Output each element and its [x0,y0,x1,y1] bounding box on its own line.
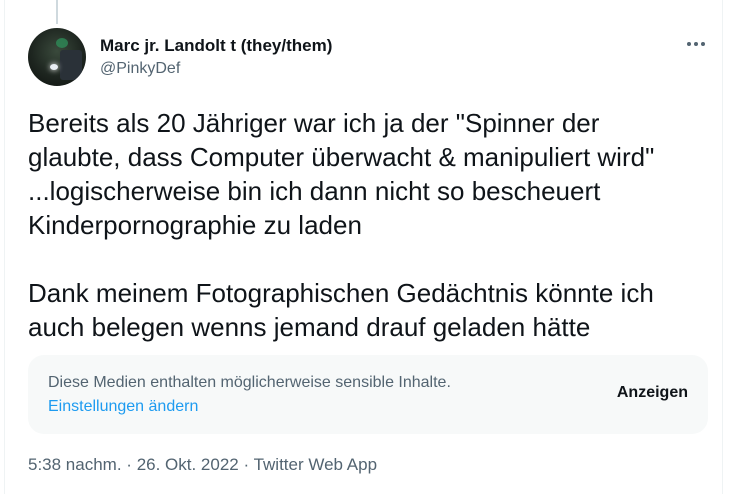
thread-connector-line [56,0,58,24]
avatar[interactable] [28,28,86,86]
tweet-text-line: ...logischerweise bin ich dann nicht so … [28,176,601,206]
author-handle[interactable]: @PinkyDef [100,60,180,78]
meta-separator: · [243,455,254,474]
sensitive-media-message: Diese Medien enthalten möglicherweise se… [48,374,451,391]
more-horizontal-icon [687,42,705,46]
tweet-text-line: glaubte, dass Computer überwacht & manip… [28,142,655,172]
meta-separator: · [126,455,137,474]
tweet-text: Bereits als 20 Jähriger war ich ja der "… [28,106,718,344]
author-display-name[interactable]: Marc jr. Landolt t (they/them) [100,36,332,56]
tweet-text-line: Kinderpornographie zu laden [28,210,362,240]
tweet-text-line: auch belegen wenns jemand drauf geladen … [28,312,591,342]
tweet-source[interactable]: Twitter Web App [254,455,377,474]
sensitive-media-notice: Diese Medien enthalten möglicherweise se… [28,355,708,434]
change-settings-link[interactable]: Einstellungen ändern [48,398,198,416]
tweet-metadata: 5:38 nachm. · 26. Okt. 2022 · Twitter We… [28,455,377,475]
more-options-button[interactable] [681,32,711,56]
tweet-card: Marc jr. Landolt t (they/them) @PinkyDef… [4,0,723,494]
tweet-date[interactable]: 26. Okt. 2022 [137,455,239,474]
tweet-text-line: Bereits als 20 Jähriger war ich ja der "… [28,108,600,138]
tweet-time[interactable]: 5:38 nachm. [28,455,122,474]
tweet-text-line: Dank meinem Fotographischen Gedächtnis k… [28,278,654,308]
show-media-button[interactable]: Anzeigen [617,384,688,402]
